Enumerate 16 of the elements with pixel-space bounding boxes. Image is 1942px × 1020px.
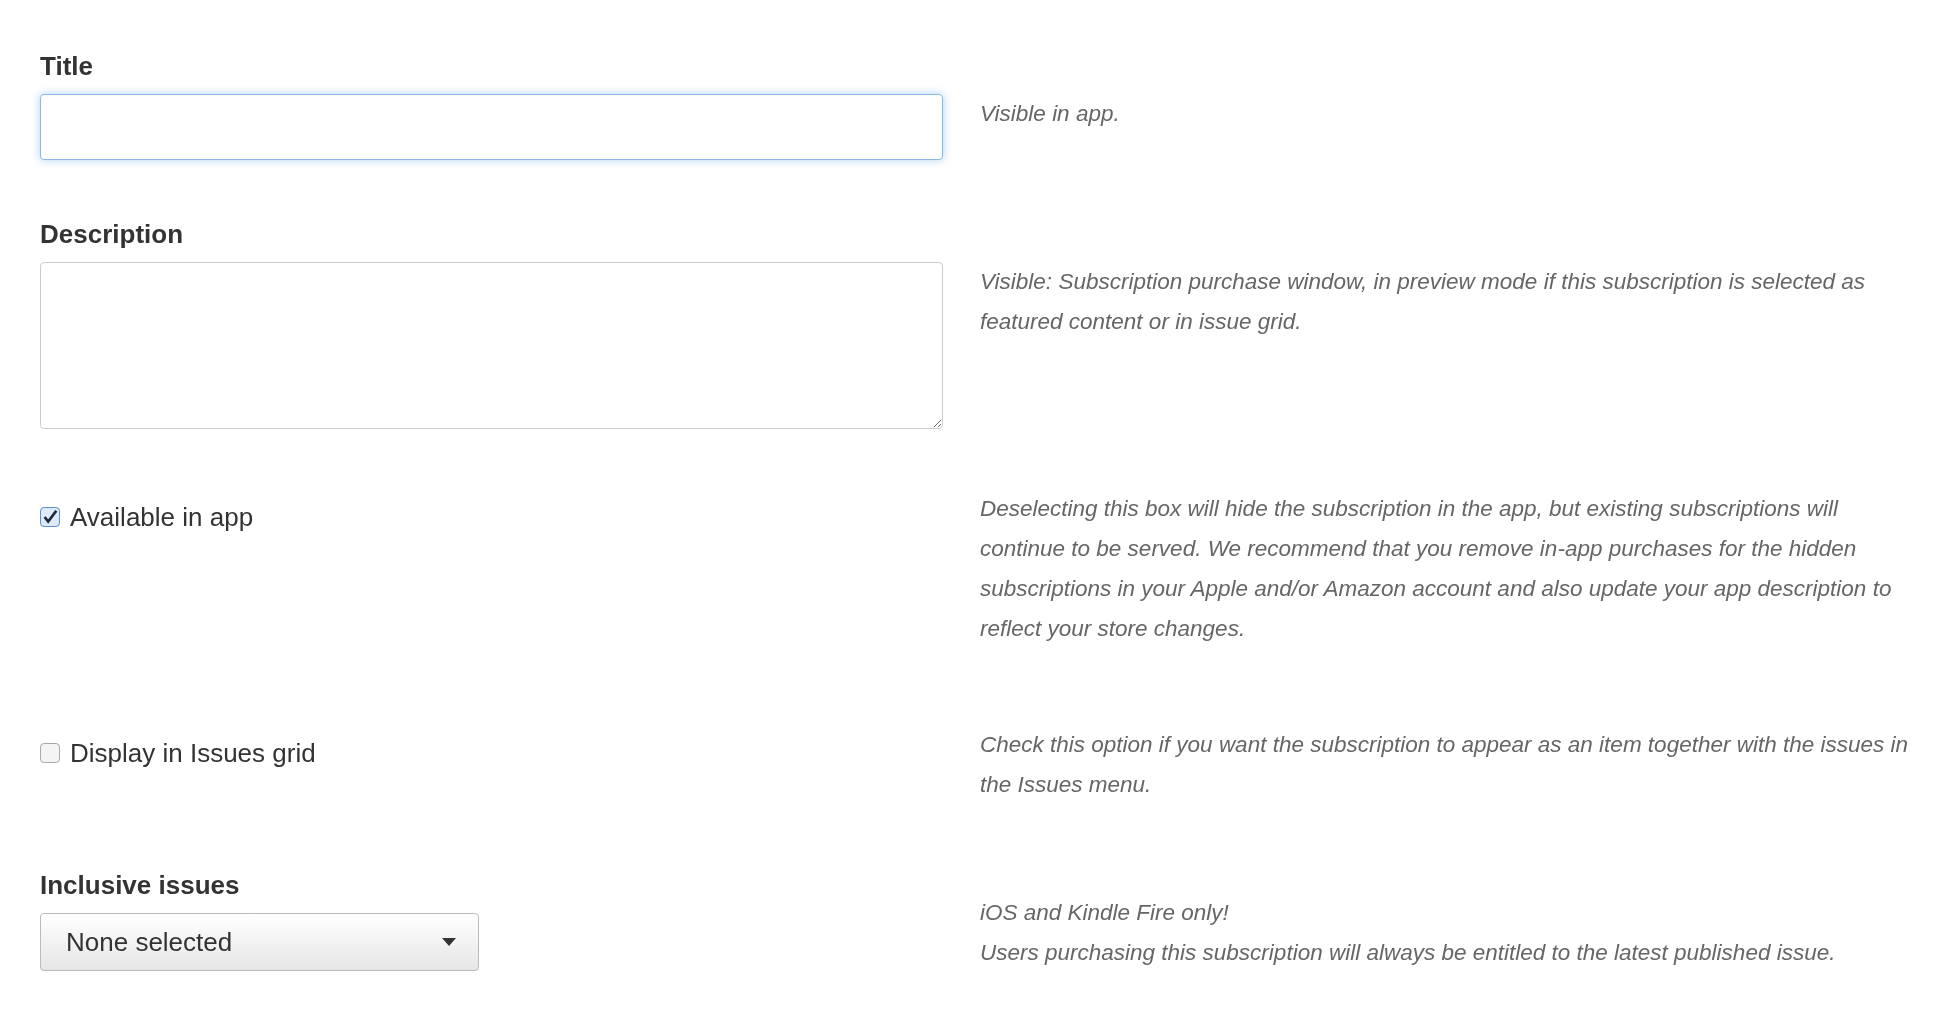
field-label: Title	[40, 50, 94, 82]
checkbox-label[interactable]: Display in Issues grid	[70, 737, 316, 769]
title-input-field[interactable]	[40, 94, 943, 160]
caret-icon	[442, 938, 456, 946]
checkbox-label[interactable]: Available in app	[70, 501, 254, 533]
field-label: Description	[40, 218, 185, 250]
field-label: Inclusive issues	[40, 869, 241, 901]
help-text: Deselecting this box will hide the subscription in the app, but existing subscriptions will continue to be served. We recommend that you remove in-app purchases for the hidden subscriptions in your Apple and/or Amazon account and also update your app description to reflect your store changes.	[980, 495, 1893, 643]
checkbox[interactable]	[40, 507, 60, 527]
help-text: Users purchasing this subscription will always be entitled to the latest published issue.	[980, 939, 1837, 967]
checkbox[interactable]	[40, 743, 60, 763]
help-text: iOS and Kindle Fire only!	[980, 899, 1230, 927]
help-text: Visible in app.	[980, 100, 1121, 128]
issues-dropdown[interactable]: None selected	[40, 913, 479, 971]
help-text: Check this option if you want the subscription to appear as an item together with the issues in the Issues menu.	[980, 731, 1909, 799]
help-text: Visible: Subscription purchase window, in preview mode if this subscription is selected as featured content or in issue grid.	[980, 268, 1867, 336]
